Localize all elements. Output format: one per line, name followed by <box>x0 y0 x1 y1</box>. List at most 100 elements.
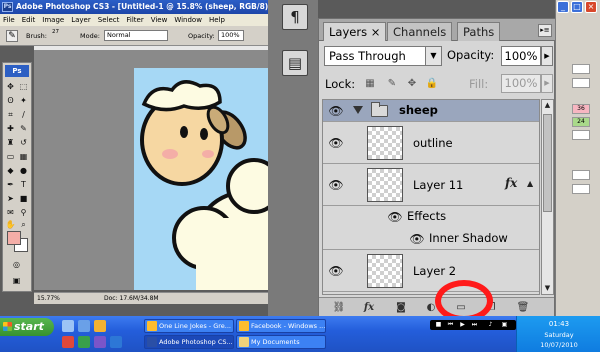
path-selection-tool-icon[interactable]: ➤ <box>5 193 16 204</box>
layer-row-layer-11[interactable]: 👁 Layer 11 fx ▲ <box>323 164 539 206</box>
brush-tool-icon[interactable]: ✎ <box>6 30 18 42</box>
background-spreadsheet-window[interactable]: _ □ × 36 24 <box>555 0 600 316</box>
collapse-effects-icon[interactable]: ▲ <box>527 179 533 188</box>
slice-tool-icon[interactable]: ∕ <box>18 109 29 120</box>
menu-help[interactable]: Help <box>209 14 225 26</box>
title-bar[interactable]: Ps Adobe Photoshop CS3 - [Untitled-1 @ 1… <box>0 0 268 14</box>
add-mask-icon[interactable]: ◙ <box>393 301 409 315</box>
menu-view[interactable]: View <box>151 14 168 26</box>
add-layer-style-icon[interactable]: fx <box>361 301 377 315</box>
layer-name[interactable]: Layer 2 <box>413 264 456 278</box>
internet-explorer-icon[interactable] <box>78 320 90 332</box>
magic-wand-tool-icon[interactable]: ✦ <box>18 95 29 106</box>
layer-name[interactable]: Layer 11 <box>413 178 463 192</box>
previous-icon[interactable]: ⏮ <box>446 320 455 330</box>
quick-launch-icon[interactable] <box>62 336 74 348</box>
history-brush-tool-icon[interactable]: ↺ <box>18 137 29 148</box>
lock-transparent-icon[interactable]: ▦ <box>363 77 377 91</box>
mode-select[interactable]: Normal <box>104 30 168 41</box>
layer-name[interactable]: outline <box>413 136 453 150</box>
quick-launch-icon[interactable] <box>94 320 106 332</box>
play-icon[interactable]: ▶ <box>458 320 467 330</box>
panel-menu-icon[interactable]: ▸≡ <box>538 24 552 37</box>
delete-layer-icon[interactable]: 🗑 <box>515 301 531 315</box>
lasso-tool-icon[interactable]: ʘ <box>5 95 16 106</box>
lock-all-icon[interactable]: 🔒 <box>425 77 439 91</box>
document-canvas[interactable] <box>134 68 268 290</box>
maximize-icon[interactable]: □ <box>571 1 583 13</box>
effect-name[interactable]: Inner Shadow <box>429 231 508 245</box>
document-panel-icon[interactable]: ▤ <box>282 50 308 76</box>
task-button[interactable]: Facebook - Windows ... <box>236 319 326 333</box>
brush-tool-box-icon[interactable]: ✎ <box>18 123 29 134</box>
sheet-cell[interactable]: 36 <box>572 104 590 114</box>
lock-image-icon[interactable]: ✎ <box>385 77 399 91</box>
fx-icon[interactable]: fx <box>505 176 517 190</box>
quick-launch-icon[interactable] <box>78 336 90 348</box>
quick-launch-icon[interactable] <box>94 336 106 348</box>
task-button-active[interactable]: Adobe Photoshop CS... <box>144 335 234 349</box>
clone-stamp-tool-icon[interactable]: ♜ <box>5 137 16 148</box>
menu-image[interactable]: Image <box>42 14 64 26</box>
scroll-down-icon[interactable]: ▼ <box>542 283 553 294</box>
opacity-arrow-icon[interactable]: ▶ <box>541 46 553 66</box>
task-button[interactable]: One Line Jokes - Gre... <box>144 319 234 333</box>
layer-row-layer-2[interactable]: 👁 Layer 2 <box>323 250 539 292</box>
minimize-icon[interactable]: _ <box>557 1 569 13</box>
move-tool-icon[interactable]: ✥ <box>5 81 16 92</box>
menu-edit[interactable]: Edit <box>22 14 36 26</box>
visibility-eye-icon[interactable]: 👁 <box>326 101 346 121</box>
type-tool-icon[interactable]: T <box>18 179 29 190</box>
zoom-readout[interactable]: 15.77% <box>37 293 60 305</box>
quick-mask-icon[interactable]: ◎ <box>11 259 22 270</box>
eraser-tool-icon[interactable]: ▭ <box>5 151 16 162</box>
tab-close-icon[interactable]: × <box>371 25 381 39</box>
sheet-cell[interactable] <box>572 130 590 140</box>
visibility-eye-icon[interactable]: 👁 <box>326 133 346 153</box>
restore-player-icon[interactable]: ▣ <box>500 320 509 330</box>
visibility-eye-icon[interactable]: 👁 <box>326 261 346 281</box>
sheet-cell[interactable] <box>572 78 590 88</box>
menu-filter[interactable]: Filter <box>126 14 143 26</box>
zoom-tool-icon[interactable]: ⌕ <box>18 219 29 230</box>
screen-mode-icon[interactable]: ▣ <box>11 275 22 286</box>
sheet-cell[interactable] <box>572 184 590 194</box>
canvas-area[interactable] <box>34 50 268 290</box>
paragraph-panel-icon[interactable]: ¶ <box>282 4 308 30</box>
effect-row-inner-shadow[interactable]: 👁 Inner Shadow <box>323 228 539 250</box>
healing-brush-tool-icon[interactable]: ✚ <box>5 123 16 134</box>
visibility-eye-icon[interactable]: 👁 <box>326 175 346 195</box>
crop-tool-icon[interactable]: ⌗ <box>5 109 16 120</box>
fill-field[interactable]: 100% <box>501 74 541 93</box>
link-layers-icon[interactable]: ⛓ <box>331 301 347 315</box>
mute-icon[interactable]: ♪ <box>486 320 495 330</box>
menu-window[interactable]: Window <box>174 14 202 26</box>
scroll-up-icon[interactable]: ▲ <box>542 100 553 111</box>
marquee-tool-icon[interactable]: ⬚ <box>18 81 29 92</box>
start-button[interactable]: start <box>0 318 54 336</box>
pen-tool-icon[interactable]: ✒ <box>5 179 16 190</box>
blur-tool-icon[interactable]: ◆ <box>5 165 16 176</box>
layer-row-outline[interactable]: 👁 outline <box>323 122 539 164</box>
brush-size[interactable]: 27 <box>52 29 59 35</box>
stop-icon[interactable]: ■ <box>434 320 443 330</box>
effects-eye-icon[interactable]: 👁 <box>385 207 405 227</box>
task-button[interactable]: My Documents <box>236 335 326 349</box>
menu-layer[interactable]: Layer <box>71 14 91 26</box>
fill-arrow-icon[interactable]: ▶ <box>541 74 553 93</box>
eyedropper-tool-icon[interactable]: ⚲ <box>18 207 29 218</box>
tab-layers[interactable]: Layers × <box>323 22 387 41</box>
effects-label[interactable]: Effects <box>407 209 446 223</box>
sheet-cell[interactable] <box>572 170 590 180</box>
show-desktop-icon[interactable] <box>62 320 74 332</box>
quick-launch-icon[interactable] <box>110 336 122 348</box>
inner-shadow-eye-icon[interactable]: 👁 <box>407 229 427 249</box>
blend-mode-select[interactable]: Pass Through ▼ <box>324 46 442 66</box>
opacity-field[interactable]: 100% <box>501 46 541 66</box>
clock-time[interactable]: 01:43 <box>517 320 600 328</box>
foreground-color-swatch[interactable] <box>7 231 21 245</box>
menu-file[interactable]: File <box>3 14 15 26</box>
sheet-cell[interactable] <box>572 64 590 74</box>
sheet-cell[interactable]: 24 <box>572 117 590 127</box>
hand-tool-icon[interactable]: ✋ <box>5 219 16 230</box>
